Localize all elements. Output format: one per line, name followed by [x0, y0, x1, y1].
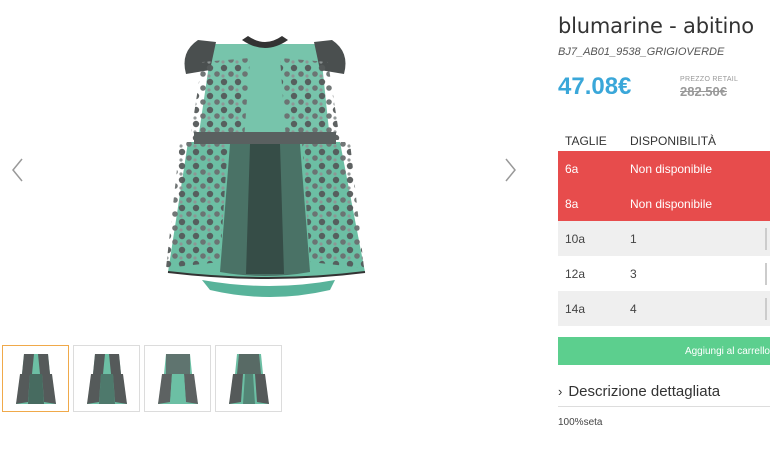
quantity-selector[interactable]	[765, 262, 767, 285]
next-image-arrow-icon[interactable]	[500, 155, 520, 185]
product-info: blumarine - abitino BJ7_AB01_9538_GRIGIO…	[558, 0, 770, 453]
size-label: 8a	[565, 196, 579, 211]
retail-price: 282.50€	[680, 84, 727, 99]
description-text: 100%seta	[558, 417, 603, 428]
product-title: blumarine - abitino	[558, 14, 754, 38]
thumbnail-strip	[2, 345, 282, 412]
thumbnail-2[interactable]	[73, 345, 140, 412]
product-gallery	[0, 0, 535, 453]
thumbnail-3[interactable]	[144, 345, 211, 412]
size-row-10a[interactable]: 10a 1	[558, 221, 770, 256]
size-label: 6a	[565, 161, 579, 176]
size-label: 12a	[565, 266, 586, 281]
description-toggle[interactable]: › Descrizione dettagliata	[558, 383, 720, 400]
sizes-table-header: TAGLIE DISPONIBILITÀ	[558, 131, 770, 151]
add-to-cart-button[interactable]: Aggiungi al carrello	[558, 337, 770, 365]
size-availability: Non disponibile	[630, 196, 713, 211]
size-availability: Non disponibile	[630, 161, 713, 176]
sizes-table: TAGLIE DISPONIBILITÀ 6a Non disponibile …	[558, 131, 770, 326]
header-availability: DISPONIBILITÀ	[630, 134, 717, 148]
size-row-14a[interactable]: 14a 4	[558, 291, 770, 326]
size-label: 10a	[565, 231, 586, 246]
thumbnail-1[interactable]	[2, 345, 69, 412]
size-availability: 1	[630, 231, 637, 246]
size-row-6a: 6a Non disponibile	[558, 151, 770, 186]
prev-image-arrow-icon[interactable]	[8, 155, 28, 185]
description-divider	[558, 406, 770, 407]
size-label: 14a	[565, 301, 586, 316]
chevron-right-icon: ›	[558, 384, 563, 399]
product-sku: BJ7_AB01_9538_GRIGIOVERDE	[558, 46, 725, 58]
size-availability: 3	[630, 266, 637, 281]
size-row-12a[interactable]: 12a 3	[558, 256, 770, 291]
thumbnail-4[interactable]	[215, 345, 282, 412]
quantity-selector[interactable]	[765, 227, 767, 250]
size-availability: 4	[630, 301, 637, 316]
product-main-image	[150, 22, 380, 312]
header-sizes: TAGLIE	[565, 134, 607, 148]
product-price: 47.08€	[558, 73, 632, 100]
description-toggle-label: Descrizione dettagliata	[568, 383, 721, 400]
size-row-8a: 8a Non disponibile	[558, 186, 770, 221]
retail-price-label: PREZZO RETAIL	[680, 76, 739, 83]
quantity-selector[interactable]	[765, 297, 767, 320]
